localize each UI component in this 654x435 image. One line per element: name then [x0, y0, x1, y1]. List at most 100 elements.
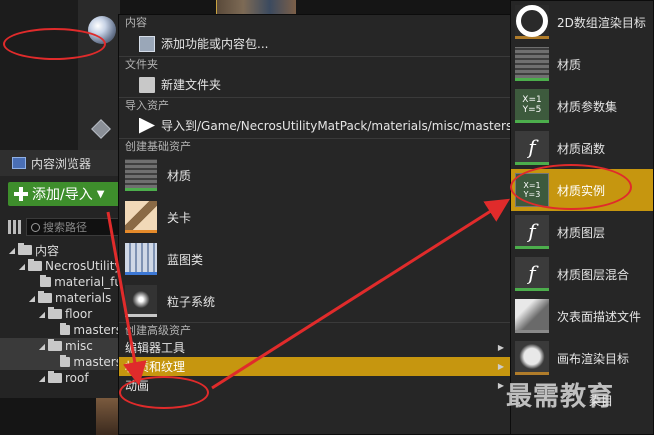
- material-layer-blend-icon: f: [515, 257, 549, 291]
- chevron-down-icon: ▼: [96, 188, 105, 200]
- tree-item-label: roof: [65, 371, 89, 385]
- submenu-item-label: 画布渲染目标: [557, 351, 630, 366]
- submenu-arrow-icon: ▶: [497, 362, 504, 371]
- section-header-content: 内容: [125, 16, 147, 29]
- submenu-item-label: 2D数组渲染目标: [557, 15, 646, 30]
- expand-arrow-icon[interactable]: ◢: [28, 294, 36, 303]
- tree-item-label: materials: [55, 291, 112, 305]
- create-level-item[interactable]: 关卡: [119, 196, 510, 238]
- add-import-button[interactable]: 添加/导入 ▼: [8, 182, 123, 206]
- left-panel-strip: [0, 0, 78, 150]
- subsurface-profile-icon: [515, 299, 549, 333]
- plus-icon: [14, 187, 28, 201]
- expand-arrow-icon[interactable]: ◢: [38, 342, 46, 351]
- tree-item-material-fu[interactable]: material_fu: [0, 274, 122, 290]
- package-icon: [139, 35, 155, 52]
- content-browser-icon: [12, 157, 26, 169]
- create-blueprint-label: 蓝图类: [167, 252, 204, 267]
- tree-item-misc[interactable]: ◢ misc: [0, 338, 122, 354]
- content-browser-title: 内容浏览器: [31, 156, 92, 171]
- sources-toggle-icon[interactable]: [8, 220, 22, 234]
- editor-tools-label: 编辑器工具: [125, 341, 186, 355]
- tree-item-misc-masters[interactable]: masters: [0, 354, 122, 370]
- submenu-item-2d-array-render-target[interactable]: 2D数组渲染目标: [511, 1, 653, 43]
- create-particle-item[interactable]: 粒子系统: [119, 280, 510, 322]
- canvas-render-target-icon: [515, 341, 549, 375]
- tree-item-label: masters: [73, 355, 122, 369]
- materials-textures-submenu: 2D数组渲染目标 材质 X=1 Y=5 材质参数集 f 材质函数 X=1 Y=3…: [510, 0, 654, 435]
- submenu-item-label: 材质函数: [557, 141, 606, 156]
- blueprint-icon: [125, 243, 157, 275]
- expand-arrow-icon[interactable]: ◢: [18, 262, 26, 271]
- editor-tools-item[interactable]: 编辑器工具 ▶: [119, 338, 510, 357]
- folder-tree: ◢ 内容 ◢ NecrosUtility material_fu ◢ material…: [0, 242, 122, 386]
- tree-item-label: material_fu: [54, 275, 122, 289]
- new-folder-item[interactable]: 新建文件夹: [119, 72, 510, 97]
- tree-item-label: misc: [65, 339, 93, 353]
- content-browser-tab[interactable]: 内容浏览器: [0, 150, 122, 176]
- submenu-item-canvas-render-target[interactable]: 画布渲染目标: [511, 337, 653, 379]
- material-layer-icon: f: [515, 215, 549, 249]
- tree-item-floor-masters[interactable]: masters: [0, 322, 122, 338]
- tree-item-necrosutility[interactable]: ◢ NecrosUtility: [0, 258, 122, 274]
- tree-item-materials[interactable]: ◢ materials: [0, 290, 122, 306]
- create-material-item[interactable]: 材质: [119, 154, 510, 196]
- submenu-item-subsurface-profile[interactable]: 次表面描述文件: [511, 295, 653, 337]
- material-param-collection-icon: X=1 Y=5: [515, 89, 549, 123]
- submenu-item-label: 材质参数集: [557, 99, 618, 114]
- section-header-folder: 文件夹: [119, 56, 510, 72]
- tree-item-floor[interactable]: ◢ floor: [0, 306, 122, 322]
- import-icon: [139, 117, 155, 134]
- viewport-image-bottom: [96, 398, 118, 435]
- create-material-label: 材质: [167, 168, 192, 183]
- tree-item-label: masters: [73, 323, 122, 337]
- screen: 内容浏览器 添加/导入 ▼ 搜索路径 ◢ 内容 ◢ NecrosUtility ma…: [0, 0, 654, 435]
- expand-arrow-icon[interactable]: ◢: [38, 310, 46, 319]
- folder-icon: [60, 355, 71, 367]
- import-label: 导入到/Game/NecrosUtilityMatPack/materials/…: [161, 119, 510, 133]
- render-target-icon: [515, 5, 549, 39]
- folder-icon: [60, 323, 71, 335]
- materials-textures-label: 材质和纹理: [125, 360, 186, 374]
- submenu-item-label: 材质图层混合: [557, 267, 630, 282]
- particle-system-icon: [125, 285, 157, 317]
- materials-textures-item[interactable]: 材质和纹理 ▶: [119, 357, 510, 376]
- new-folder-label: 新建文件夹: [161, 78, 222, 92]
- tree-item-label: floor: [65, 307, 93, 321]
- expand-arrow-icon[interactable]: ◢: [8, 246, 16, 255]
- submenu-item-label: 材质图层: [557, 225, 606, 240]
- submenu-item-material-layer-blend[interactable]: f 材质图层混合: [511, 253, 653, 295]
- search-path-input[interactable]: 搜索路径: [26, 218, 122, 236]
- folder-icon: [38, 291, 52, 303]
- tree-item-label: 内容: [35, 243, 60, 258]
- section-header-basic: 创建基础资产: [119, 138, 510, 154]
- add-import-menu: 内容 添加功能或内容包... 文件夹 新建文件夹 导入资产 导入到/Game/N…: [118, 14, 511, 435]
- add-feature-item[interactable]: 添加功能或内容包...: [119, 31, 510, 56]
- tree-item-label: NecrosUtility: [45, 259, 122, 273]
- submenu-item-material-param-collection[interactable]: X=1 Y=5 材质参数集: [511, 85, 653, 127]
- submenu-arrow-icon: ▶: [497, 343, 504, 352]
- tree-item-roof[interactable]: ◢ roof: [0, 370, 122, 386]
- new-folder-icon: [139, 76, 155, 93]
- folder-icon: [48, 371, 62, 383]
- submenu-item-material-layer[interactable]: f 材质图层: [511, 211, 653, 253]
- create-level-label: 关卡: [167, 210, 192, 225]
- create-particle-label: 粒子系统: [167, 294, 216, 309]
- tree-item-content[interactable]: ◢ 内容: [0, 242, 122, 258]
- import-item[interactable]: 导入到/Game/NecrosUtilityMatPack/materials/…: [119, 113, 510, 138]
- submenu-item-material[interactable]: 材质: [511, 43, 653, 85]
- folder-icon: [48, 307, 62, 319]
- material-function-icon: f: [515, 131, 549, 165]
- create-blueprint-item[interactable]: 蓝图类: [119, 238, 510, 280]
- annotation-ellipse-instance: [510, 164, 632, 210]
- folder-icon: [28, 259, 42, 271]
- search-placeholder: 搜索路径: [43, 221, 87, 234]
- submenu-item-material-function[interactable]: f 材质函数: [511, 127, 653, 169]
- level-icon: [125, 201, 157, 233]
- expand-arrow-icon[interactable]: ◢: [38, 374, 46, 383]
- material-icon: [515, 47, 549, 81]
- submenu-item-label: 次表面描述文件: [557, 309, 642, 324]
- add-import-label: 添加/导入: [32, 187, 93, 203]
- annotation-ellipse-materials: [119, 376, 209, 409]
- submenu-item-label: 材质: [557, 57, 582, 72]
